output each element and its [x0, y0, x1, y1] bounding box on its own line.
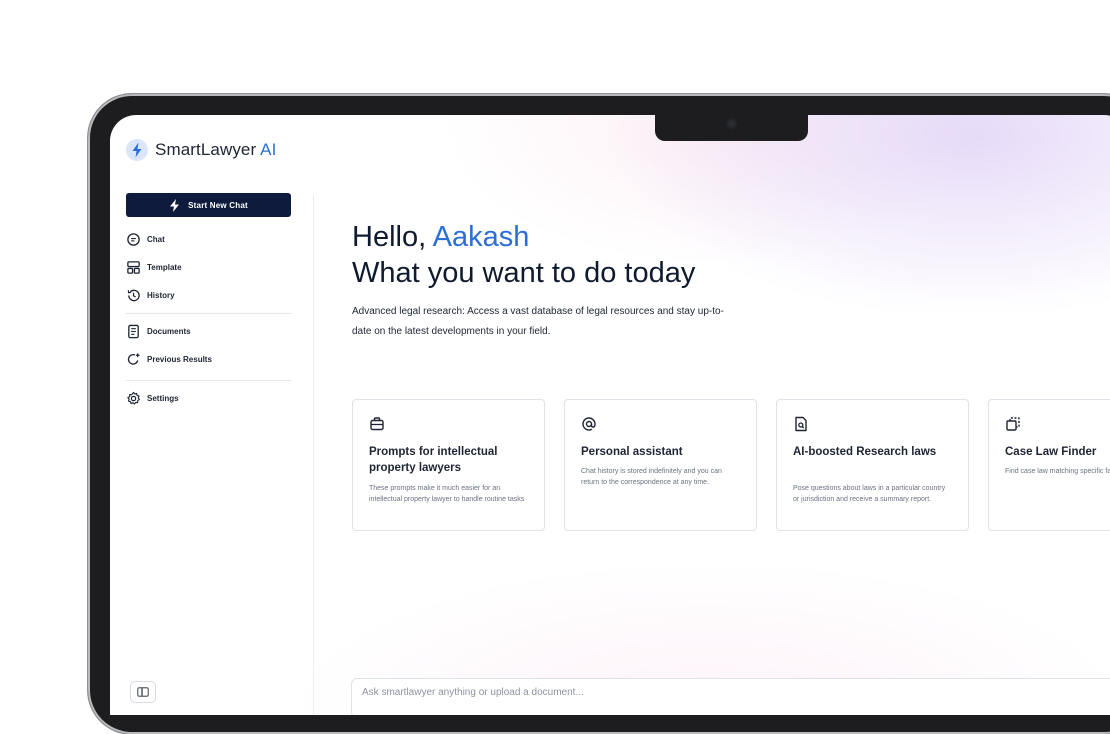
ask-input[interactable]: Ask smartlawyer anything or upload a doc… [351, 678, 1110, 715]
user-name: Aakash [432, 221, 530, 253]
card-case-law-finder[interactable]: Case Law Finder Find case law matching s… [988, 399, 1110, 531]
sidebar-divider [126, 313, 292, 314]
lightning-icon [170, 198, 180, 212]
at-sign-icon [582, 417, 596, 431]
file-search-icon [795, 416, 807, 432]
sidebar-item-label: History [147, 291, 175, 300]
card-description: Chat history is stored indefinitely and … [581, 468, 722, 486]
sidebar-item-previous-results[interactable]: Previous Results [126, 352, 296, 367]
card-personal-assistant[interactable]: Personal assistant Chat history is store… [564, 399, 757, 531]
app-logo: SmartLawyer AI [126, 139, 276, 161]
sidebar-item-label: Chat [147, 235, 165, 244]
card-title: Prompts for intellectual property lawyer… [369, 446, 498, 474]
card-title: AI-boosted Research laws [793, 446, 937, 458]
collapse-sidebar-button[interactable] [130, 681, 156, 703]
start-new-chat-button[interactable]: Start New Chat [126, 193, 291, 217]
sidebar-item-label: Template [147, 263, 182, 272]
template-icon [127, 261, 140, 274]
sidebar-item-template[interactable]: Template [126, 260, 296, 275]
card-title: Case Law Finder [1005, 446, 1097, 458]
lightning-logo-icon [126, 139, 148, 161]
camera-icon [726, 118, 737, 129]
sidebar-item-chat[interactable]: Chat [126, 232, 296, 247]
greeting: Hello, Aakash [352, 221, 530, 253]
sidebar-panel-icon [137, 687, 149, 697]
sidebar-item-settings[interactable]: Settings [126, 391, 296, 406]
sidebar-item-label: Documents [147, 327, 191, 336]
history-icon [127, 289, 140, 302]
page-description: Advanced legal research: Access a vast d… [352, 306, 724, 337]
card-description: Pose questions about laws in a particula… [793, 485, 946, 503]
chat-icon [127, 233, 140, 246]
refresh-sparkle-icon [127, 353, 140, 365]
sidebar-item-label: Previous Results [147, 355, 212, 364]
start-new-chat-label: Start New Chat [188, 200, 248, 210]
camera-notch [655, 115, 808, 141]
document-icon [128, 324, 139, 339]
copy-icon [1006, 417, 1020, 431]
card-description: Find case law matching specific facts. [1005, 468, 1110, 475]
gear-icon [127, 391, 141, 405]
card-ip-prompts[interactable]: Prompts for intellectual property lawyer… [352, 399, 545, 531]
app-name: SmartLawyer AI [155, 140, 277, 159]
sidebar-border [313, 195, 314, 715]
sidebar-item-documents[interactable]: Documents [126, 324, 296, 339]
card-description: These prompts make it much easier for an… [369, 485, 525, 503]
card-title: Personal assistant [581, 446, 683, 458]
page-headline: What you want to do today [352, 257, 696, 289]
sidebar-item-label: Settings [147, 394, 179, 403]
card-ai-research-laws[interactable]: AI-boosted Research laws Pose questions … [776, 399, 969, 531]
sidebar-item-history[interactable]: History [126, 288, 296, 303]
briefcase-icon [370, 417, 384, 431]
app-screen: SmartLawyer AI Start New Chat Chat Templ… [110, 115, 1110, 715]
sidebar-divider [126, 380, 292, 381]
